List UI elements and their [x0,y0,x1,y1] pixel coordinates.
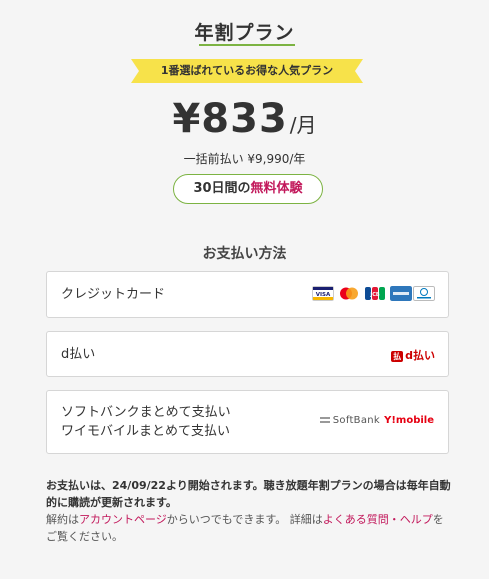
ymobile-logo-icon: Y!mobile [384,415,434,426]
payment-option-softbank-ymobile[interactable]: ソフトバンクまとめて支払い ワイモバイルまとめて支払い SoftBank Y!m… [46,390,449,454]
plan-page: 年割プラン 1番選ばれているお得な人気プラン ¥833/月 一括前払い ¥9,9… [0,0,489,579]
plan-title-underline [199,44,295,46]
payment-option-credit-card[interactable]: クレジットカード VISA JCB [46,271,449,318]
card-brand-icons: VISA JCB [312,286,435,302]
price: ¥833/月 [0,96,489,142]
payment-notice: お支払いは、24/09/22より開始されます。聴き放題年割プランの場合は毎年自動… [46,477,451,545]
plan-title: 年割プラン [194,22,295,44]
softbank-logo-text: SoftBank [332,415,380,426]
price-unit: /月 [289,113,317,137]
d-barai-label: d払い [61,347,96,362]
d-barai-icon: 払 d払い [391,347,435,362]
amex-icon [390,286,412,301]
account-page-link[interactable]: アカウントページ [79,513,167,526]
softbank-bars-icon [319,417,330,423]
cancel-notice: 解約はアカウントページからいつでもできます。 詳細はよくある質問・ヘルプをご覧く… [46,511,451,545]
softbank-ymobile-label: ソフトバンクまとめて支払い ワイモバイルまとめて支払い [61,403,231,441]
lump-sum-price: 一括前払い ¥9,990/年 [183,152,306,166]
cancel-prefix: 解約は [46,513,79,526]
ymobile-label-line2: ワイモバイルまとめて支払い [61,424,231,439]
payment-option-d-barai[interactable]: d払い 払 d払い [46,331,449,377]
credit-card-label: クレジットカード [61,287,166,302]
billing-start-notice: お支払いは、24/09/22より開始されます。聴き放題年割プランの場合は毎年自動… [46,479,451,509]
d-barai-logo-text: d払い [405,349,435,362]
price-amount: ¥833 [172,96,288,142]
svg-text:JCB: JCB [369,292,380,298]
popular-ribbon: 1番選ばれているお得な人気プラン [131,59,363,83]
trial-highlight: 無料体験 [250,181,303,196]
free-trial-badge: 30日間の無料体験 [173,174,323,204]
d-barai-logo-box: 払 [391,350,404,362]
svg-text:VISA: VISA [316,292,331,298]
trial-prefix: 30日間の [193,181,251,196]
faq-help-link[interactable]: よくある質問・ヘルプ [323,513,433,526]
mastercard-icon [340,287,358,300]
ribbon-text: 1番選ばれているお得な人気プラン [160,64,334,77]
cancel-middle: からいつでもできます。 詳細は [166,513,323,526]
jcb-icon: JCB [365,287,385,300]
softbank-logo-icon: SoftBank [319,415,380,426]
visa-icon: VISA [312,286,334,301]
diners-icon [413,286,435,301]
softbank-label-line1: ソフトバンクまとめて支払い [61,405,231,420]
payment-heading: お支払い方法 [202,246,287,262]
